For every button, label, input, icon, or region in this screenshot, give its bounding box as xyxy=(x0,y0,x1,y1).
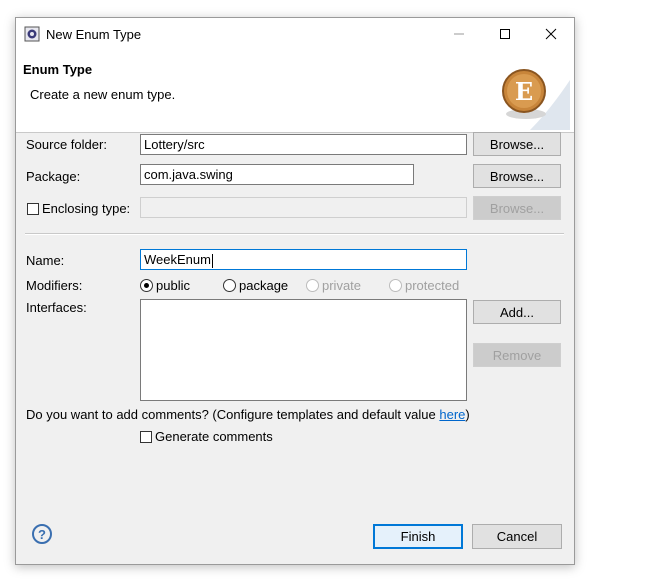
maximize-button[interactable] xyxy=(482,18,528,50)
title-bar: New Enum Type xyxy=(16,18,574,50)
modifier-public-radio[interactable] xyxy=(140,279,153,292)
enclosing-type-checkbox[interactable] xyxy=(27,203,39,215)
maximize-icon xyxy=(500,29,510,39)
package-browse-button[interactable]: Browse... xyxy=(473,164,561,188)
comments-question-text: Do you want to add comments? (Configure … xyxy=(26,407,440,422)
modifier-package-radio[interactable] xyxy=(223,279,236,292)
enclosing-type-browse-button: Browse... xyxy=(473,196,561,220)
enclosing-type-field xyxy=(140,197,467,218)
help-icon[interactable]: ? xyxy=(32,524,52,544)
new-enum-type-dialog: New Enum Type Enum Type Create a new enu… xyxy=(15,17,575,565)
separator xyxy=(25,233,564,235)
eclipse-icon xyxy=(24,26,40,42)
enclosing-type-label: Enclosing type: xyxy=(42,201,131,216)
comments-question: Do you want to add comments? (Configure … xyxy=(26,407,470,422)
modifier-private-label: private xyxy=(322,278,362,293)
window-title: New Enum Type xyxy=(46,27,142,42)
minimize-button[interactable] xyxy=(436,18,482,50)
modifier-protected-radio xyxy=(389,279,402,292)
minimize-icon xyxy=(454,33,464,35)
configure-templates-link[interactable]: here xyxy=(439,407,465,422)
text-caret xyxy=(211,253,213,268)
generate-comments-label: Generate comments xyxy=(155,429,273,444)
source-folder-browse-button[interactable]: Browse... xyxy=(473,132,561,156)
name-value: WeekEnum xyxy=(144,252,211,267)
modifier-protected-label: protected xyxy=(405,278,460,293)
modifier-private-radio xyxy=(306,279,319,292)
source-folder-field[interactable]: Lottery/src xyxy=(140,134,467,155)
close-icon xyxy=(545,28,557,40)
name-field[interactable]: WeekEnum xyxy=(140,249,467,270)
cancel-button[interactable]: Cancel xyxy=(472,524,562,549)
modifier-package-label: package xyxy=(239,278,289,293)
close-button[interactable] xyxy=(528,18,574,50)
enum-wizard-icon: E xyxy=(502,69,570,130)
package-label: Package: xyxy=(26,169,81,184)
finish-button[interactable]: Finish xyxy=(373,524,463,549)
enum-badge-letter: E xyxy=(515,77,533,106)
interfaces-label: Interfaces: xyxy=(26,300,87,315)
add-interface-button[interactable]: Add... xyxy=(473,300,561,324)
modifiers-label: Modifiers: xyxy=(26,278,83,293)
package-field[interactable]: com.java.swing xyxy=(140,164,414,185)
modifier-public-label: public xyxy=(156,278,190,293)
interfaces-list[interactable] xyxy=(140,299,467,401)
name-label: Name: xyxy=(26,253,65,268)
wizard-banner: Enum Type Create a new enum type. E xyxy=(16,50,574,133)
remove-interface-button: Remove xyxy=(473,343,561,367)
source-folder-label: Source folder: xyxy=(26,137,107,152)
comments-close-paren: ) xyxy=(465,407,470,422)
banner-title: Enum Type xyxy=(23,62,93,77)
generate-comments-checkbox[interactable] xyxy=(140,431,152,443)
banner-description: Create a new enum type. xyxy=(30,87,176,102)
